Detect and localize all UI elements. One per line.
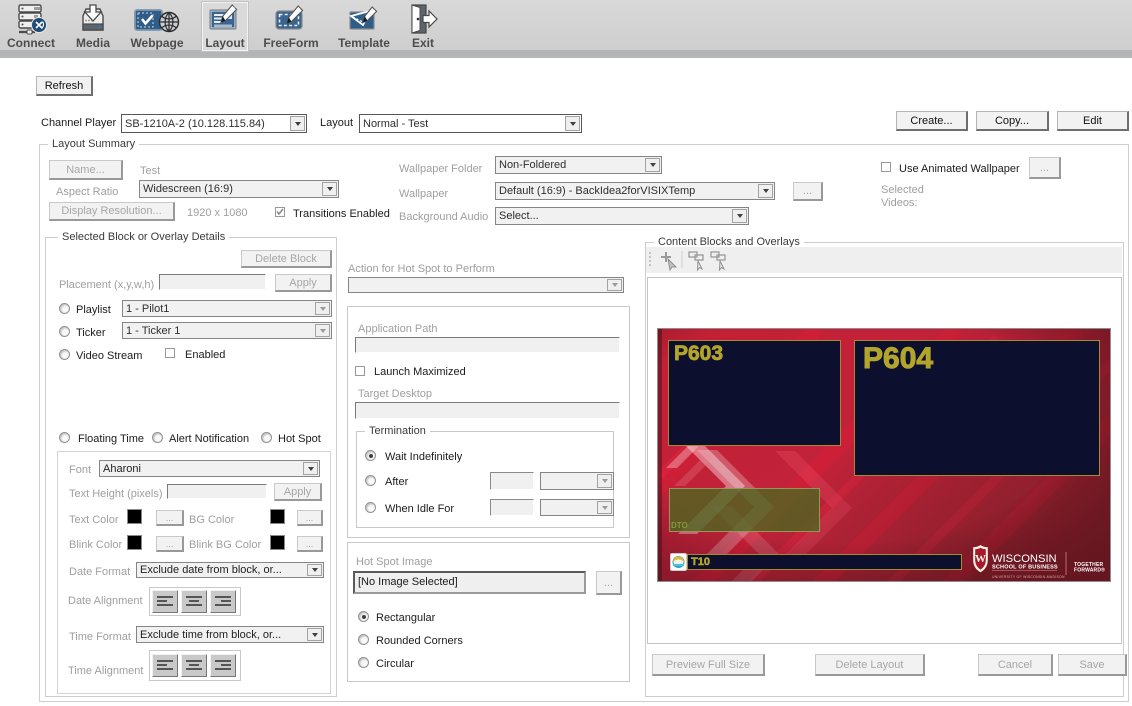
svg-text:FORWARD®: FORWARD® — [1074, 567, 1105, 574]
svg-text:WISCONSIN: WISCONSIN — [992, 553, 1057, 565]
svg-text:W: W — [975, 553, 986, 565]
svg-text:UNIVERSITY OF WISCONSIN-MADISO: UNIVERSITY OF WISCONSIN-MADISON — [992, 575, 1065, 579]
svg-text:SCHOOL OF BUSINESS: SCHOOL OF BUSINESS — [992, 565, 1058, 571]
